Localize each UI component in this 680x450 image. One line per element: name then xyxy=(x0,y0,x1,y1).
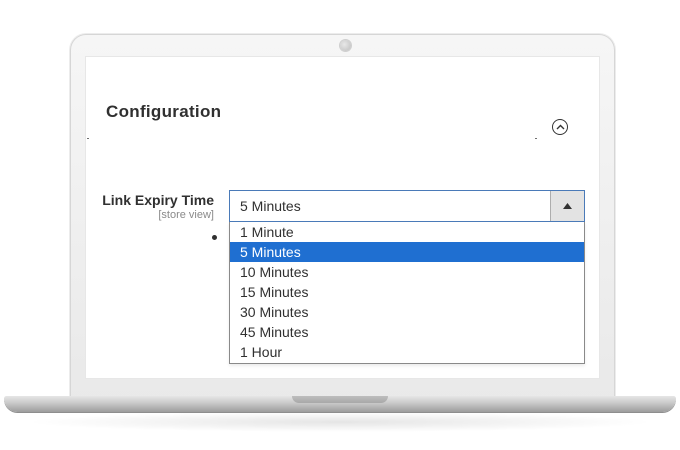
link-expiry-select[interactable]: 5 Minutes xyxy=(229,190,585,222)
dropdown-option-selected[interactable]: 5 Minutes xyxy=(230,242,584,262)
screen: Configuration Link Expiry Time [store vi… xyxy=(85,56,600,379)
laptop-shadow xyxy=(24,412,656,432)
laptop-base xyxy=(4,396,676,412)
divider-mark-left xyxy=(87,138,89,139)
dropdown-option[interactable]: 45 Minutes xyxy=(230,322,584,342)
dropdown-option[interactable]: 30 Minutes xyxy=(230,302,584,322)
dropdown-option[interactable]: 1 Minute xyxy=(230,222,584,242)
field-label: Link Expiry Time xyxy=(102,192,214,208)
laptop-frame: Configuration Link Expiry Time [store vi… xyxy=(0,0,680,450)
field-scope: [store view] xyxy=(158,209,214,221)
laptop-lid: Configuration Link Expiry Time [store vi… xyxy=(70,34,615,404)
select-value: 5 Minutes xyxy=(240,198,301,214)
camera-icon xyxy=(340,40,351,51)
dropdown-option[interactable]: 10 Minutes xyxy=(230,262,584,282)
bullet-dot xyxy=(212,235,217,240)
triangle-up-icon[interactable] xyxy=(550,191,584,221)
chevron-up-circle-icon[interactable] xyxy=(552,119,568,135)
dropdown-option[interactable]: 15 Minutes xyxy=(230,282,584,302)
dropdown-option[interactable]: 1 Hour xyxy=(230,342,584,362)
dropdown-options: 1 Minute 5 Minutes 10 Minutes 15 Minutes… xyxy=(229,222,585,364)
section-title: Configuration xyxy=(106,102,222,121)
laptop-notch xyxy=(292,396,388,403)
divider-mark-right xyxy=(535,138,537,139)
